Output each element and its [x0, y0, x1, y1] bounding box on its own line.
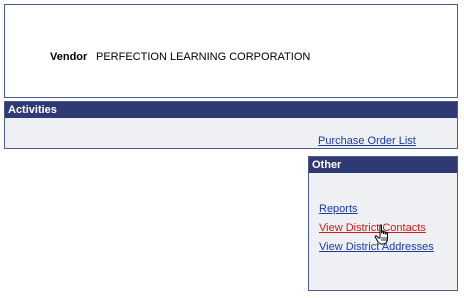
vendor-name: PERFECTION LEARNING CORPORATION — [96, 51, 311, 63]
page: Vendor PERFECTION LEARNING CORPORATION A… — [0, 0, 464, 298]
activities-header: Activities — [5, 102, 457, 118]
purchase-order-list-link[interactable]: Purchase Order List — [318, 135, 416, 147]
vendor-box: Vendor PERFECTION LEARNING CORPORATION — [4, 4, 458, 98]
reports-link[interactable]: Reports — [319, 203, 358, 215]
view-district-contacts-link[interactable]: View District Contacts — [319, 222, 426, 234]
hand-pointer-icon — [374, 224, 388, 245]
activities-panel: Activities Purchase Order List — [4, 101, 458, 149]
vendor-label: Vendor — [50, 51, 88, 63]
other-header: Other — [309, 157, 457, 173]
